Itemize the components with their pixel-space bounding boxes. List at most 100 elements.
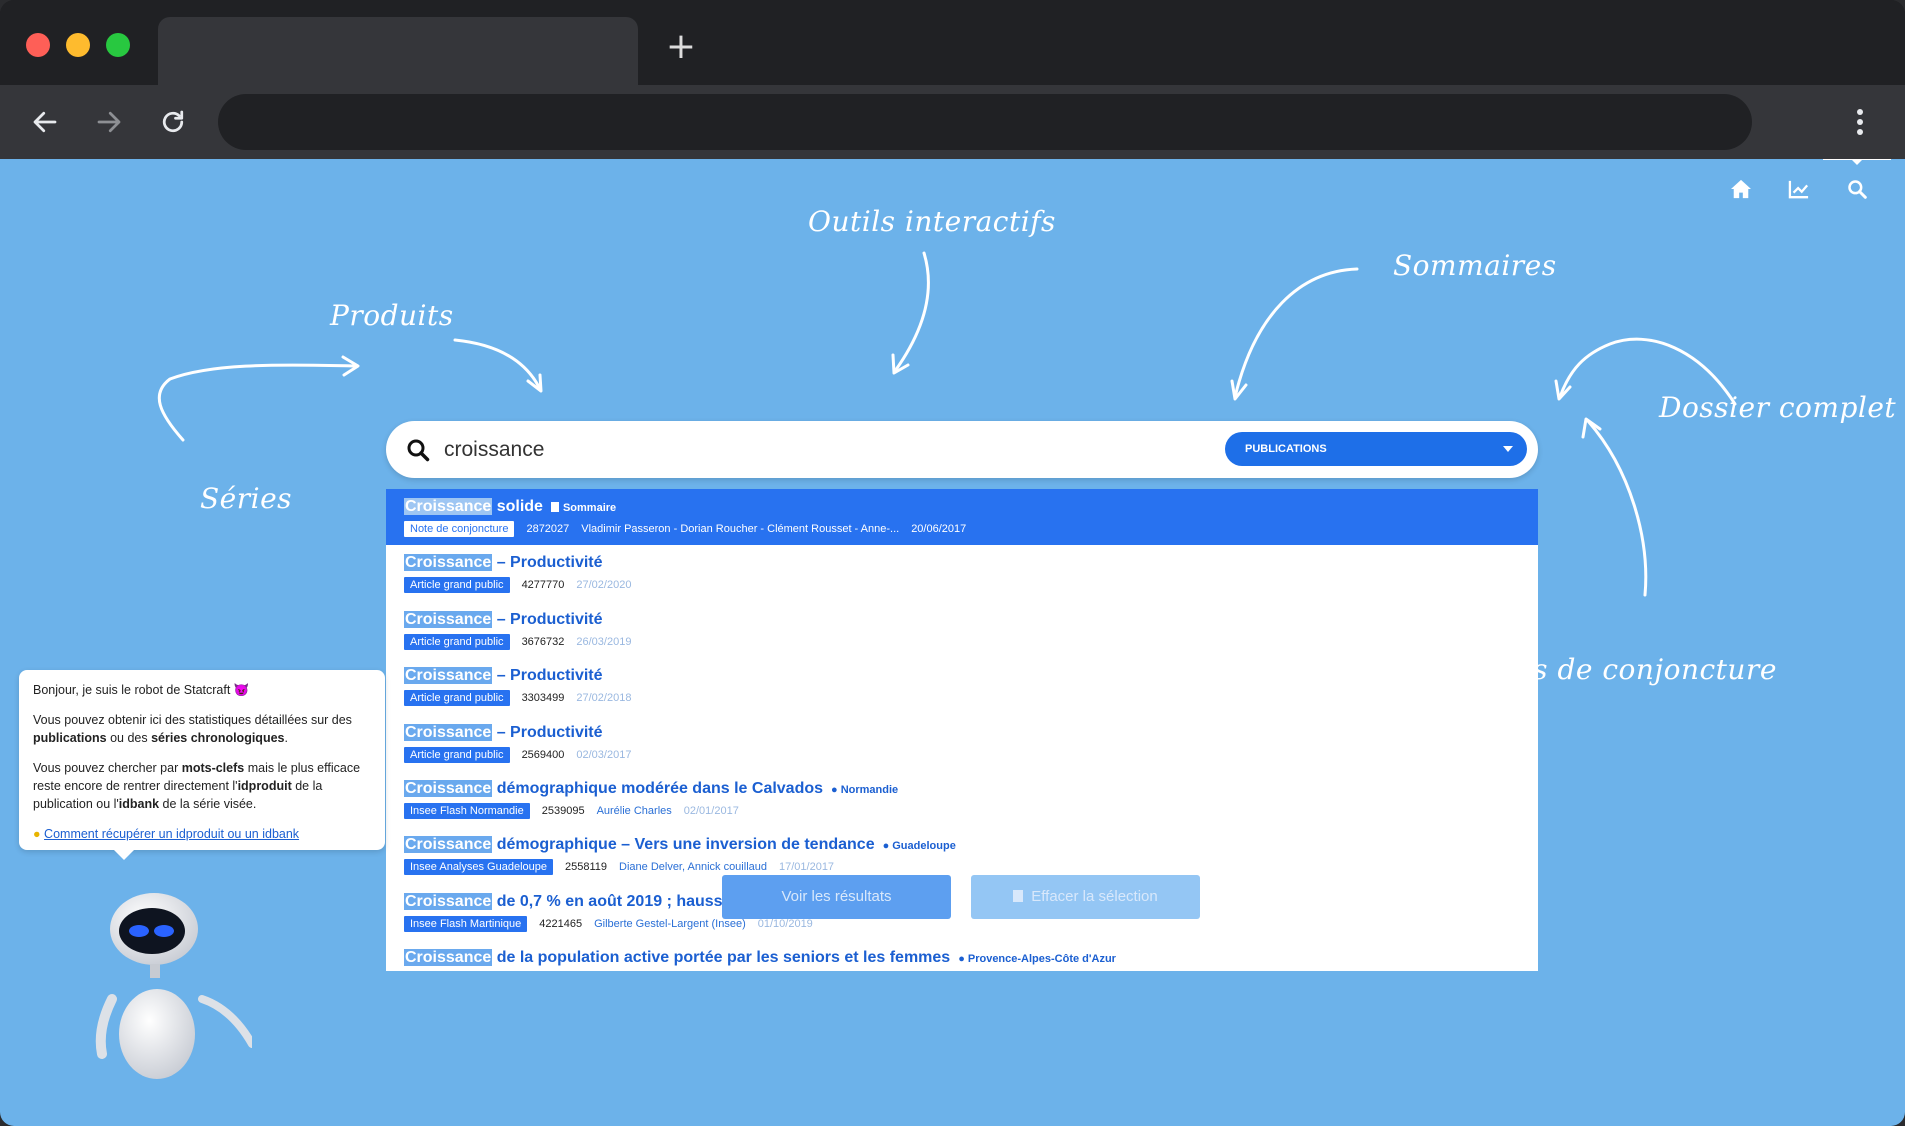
search-result-item[interactable]: Croissance – Productivité Article grand p… [386, 658, 1538, 714]
search-result-item[interactable]: Croissance de la population active porté… [386, 940, 1538, 971]
home-icon [1731, 179, 1751, 199]
back-button[interactable] [25, 102, 65, 142]
result-type-tag: Note de conjoncture [404, 521, 515, 537]
browser-tab[interactable] [158, 17, 638, 85]
reload-button[interactable] [153, 102, 193, 142]
result-type-tag: Article grand public [404, 633, 510, 650]
chart-nav-button[interactable] [1785, 175, 1813, 203]
robot-greeting: Bonjour, je suis le robot de Statcraft 😈 [33, 683, 250, 697]
forward-button[interactable] [89, 102, 129, 142]
result-date: 26/03/2019 [576, 635, 632, 648]
result-badge: ● Provence-Alpes-Côte d'Azur [958, 953, 1116, 966]
result-date: 02/03/2017 [576, 748, 632, 761]
result-type-tag: Insee Flash Normandie [404, 802, 530, 819]
search-result-item[interactable]: Croissance – Productivité Article grand p… [386, 602, 1538, 658]
result-meta: Insee Flash Normandie 2539095 Aurélie Char… [404, 801, 1520, 821]
help-link-row: ● Comment récupérer un idproduit ou un i… [33, 825, 371, 843]
result-title-rest: – Productivité [492, 667, 603, 685]
result-title-highlight: Croissance [404, 554, 493, 572]
category-select-value: PUBLICATIONS [1245, 443, 1327, 455]
result-id: 4277770 [521, 579, 565, 592]
result-type-tag: Insee Analyses Guadeloupe [404, 859, 553, 876]
result-badge: ● Guadeloupe [882, 840, 956, 853]
result-title: Croissance de la population active porté… [404, 946, 1520, 970]
browser-window: + Outils interactifs Sommaires Produits … [0, 0, 1905, 1126]
result-date: 20/06/2017 [911, 523, 967, 535]
result-title-highlight: Croissance [404, 723, 493, 741]
result-title-highlight: Croissance [404, 779, 493, 797]
search-bar: PUBLICATIONS [386, 421, 1538, 478]
more-vertical-icon [1857, 109, 1863, 135]
book-icon [550, 502, 559, 512]
result-title-rest: démographique – Vers une inversion de te… [492, 836, 875, 854]
result-title: Croissance démographique modérée dans le… [404, 777, 1520, 801]
maximize-window-button[interactable] [106, 33, 130, 57]
result-meta: Article grand public 4277770 27/02/2020 [404, 575, 1520, 595]
result-meta: Article grand public 3676732 26/03/2019 [404, 632, 1520, 652]
result-title: Croissance démographique – Vers une inve… [404, 833, 1520, 857]
result-id: 2569400 [521, 748, 565, 761]
result-date: 02/01/2017 [683, 804, 739, 817]
result-meta: Article grand public 2569400 02/03/2017 [404, 745, 1520, 765]
robot-paragraph-intro: Vous pouvez obtenir ici des statistiques… [33, 713, 352, 745]
result-title-rest: démographique modérée dans le Calvados [492, 779, 824, 797]
close-window-button[interactable] [26, 33, 50, 57]
page-content: Outils interactifs Sommaires Produits Do… [0, 159, 1905, 1126]
result-badge: ● Normandie [831, 783, 899, 796]
result-id: 3303499 [521, 692, 565, 705]
search-nav-button[interactable] [1823, 159, 1891, 203]
annotation-dossier: Dossier complet [1659, 391, 1897, 424]
result-date: 27/02/2020 [576, 579, 632, 592]
robot-mascot [95, 893, 252, 1079]
lightbulb-icon: ● [33, 827, 41, 841]
result-meta [404, 970, 1520, 971]
view-results-button[interactable]: Voir les résultats [722, 875, 951, 919]
search-result-item[interactable]: Croissance de 0,7 % en août 2019 ; hauss… [386, 884, 1538, 940]
result-title: Croissance – Productivité [404, 608, 1520, 632]
home-nav-button[interactable] [1727, 175, 1755, 203]
tab-strip: + [0, 0, 1905, 85]
minimize-window-button[interactable] [66, 33, 90, 57]
result-title: Croissance – Productivité [404, 551, 1520, 575]
search-result-item[interactable]: Croissance démographique modérée dans le… [386, 771, 1538, 827]
result-title: Croissance – Productivité [404, 721, 1520, 745]
robot-paragraph-tip: Vous pouvez chercher par mots-clefs mais… [33, 761, 361, 811]
result-title-rest: – Productivité [492, 554, 603, 572]
top-nav [1727, 159, 1891, 219]
result-title-rest: – Productivité [492, 723, 603, 741]
help-link[interactable]: Comment récupérer un idproduit ou un idb… [44, 827, 299, 841]
result-date: 27/02/2018 [576, 692, 632, 705]
search-input[interactable] [444, 431, 1184, 469]
reload-icon [162, 110, 184, 133]
new-tab-button[interactable]: + [664, 29, 698, 65]
result-type-tag: Article grand public [404, 577, 510, 594]
trash-icon [1013, 890, 1024, 902]
result-id: 2872027 [526, 523, 570, 535]
search-icon [1848, 180, 1867, 199]
search-result-item[interactable]: Croissance démographique – Vers une inve… [386, 827, 1538, 883]
category-select[interactable]: PUBLICATIONS [1225, 432, 1527, 466]
result-badge: Sommaire [550, 502, 616, 514]
result-type-tag: Article grand public [404, 690, 510, 707]
result-meta: Insee Analyses Guadeloupe 2558119 Diane De… [404, 857, 1520, 877]
result-authors: Aurélie Charles [596, 804, 672, 817]
browser-menu-button[interactable] [1840, 102, 1880, 142]
result-title-highlight: Croissance [404, 667, 493, 685]
arrow-left-icon [33, 111, 57, 133]
result-title: Croissance solide Sommaire [404, 495, 1520, 519]
result-title-highlight: Croissance [404, 610, 493, 628]
annotation-sommaires: Sommaires [1393, 249, 1557, 282]
search-result-item[interactable]: Croissance solide Sommaire Note de conjonc… [386, 489, 1538, 546]
robot-chat-bubble: Bonjour, je suis le robot de Statcraft 😈… [19, 670, 385, 860]
result-meta: Article grand public 3303499 27/02/2018 [404, 688, 1520, 708]
search-result-item[interactable]: Croissance – Productivité Article grand p… [386, 715, 1538, 771]
address-bar[interactable] [218, 94, 1752, 150]
result-title: Croissance de 0,7 % en août 2019 ; hauss… [404, 890, 1520, 914]
clear-selection-button[interactable]: Effacer la sélection [971, 875, 1200, 919]
result-title-rest: – Productivité [492, 610, 603, 628]
result-title-rest: de la population active portée par les s… [492, 949, 951, 967]
chevron-down-icon [1503, 446, 1513, 457]
result-title-highlight: Croissance [404, 498, 493, 515]
result-id: 2558119 [565, 861, 608, 874]
search-result-item[interactable]: Croissance – Productivité Article grand p… [386, 545, 1538, 601]
